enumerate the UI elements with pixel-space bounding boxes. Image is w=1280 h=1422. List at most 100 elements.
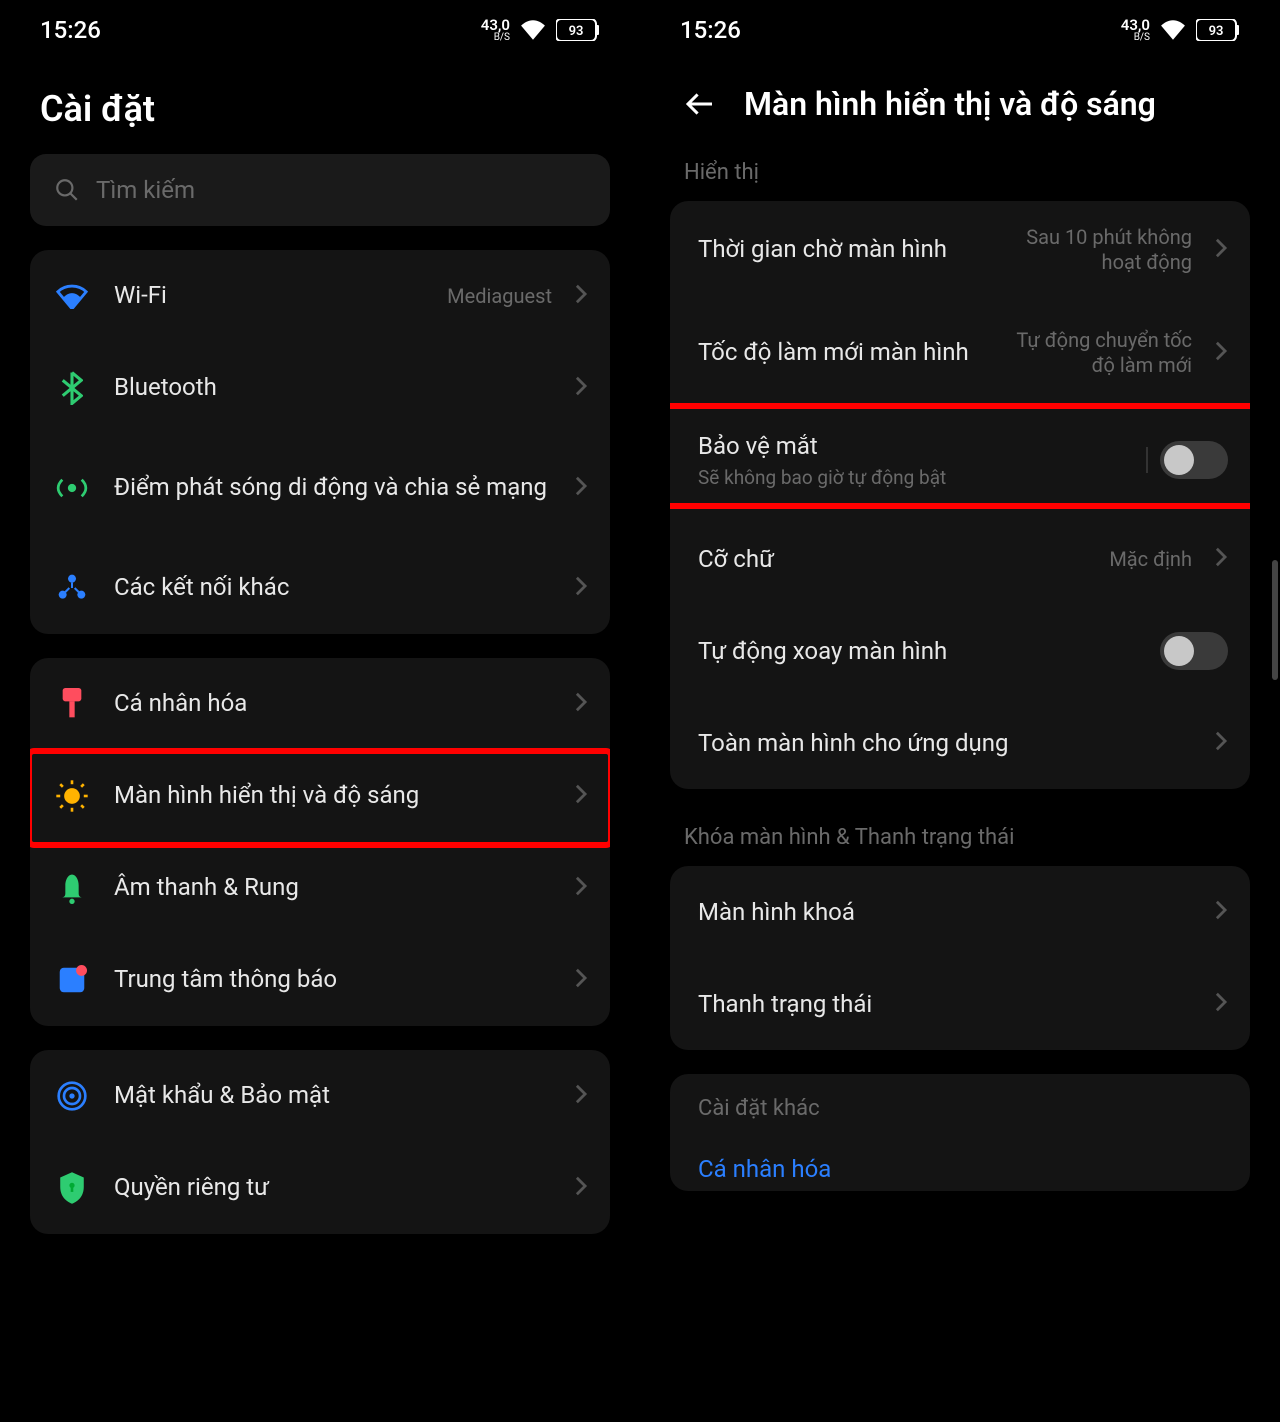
chevron-right-icon bbox=[1214, 340, 1228, 366]
notification-icon bbox=[52, 960, 92, 1000]
row-label: Tốc độ làm mới màn hình bbox=[698, 337, 970, 368]
row-hotspot[interactable]: Điểm phát sóng di động và chia sẻ mạng bbox=[30, 434, 610, 542]
chevron-right-icon bbox=[574, 375, 588, 401]
row-status-bar[interactable]: Thanh trạng thái bbox=[670, 958, 1250, 1050]
status-time: 15:26 bbox=[40, 16, 101, 44]
page-header: Màn hình hiển thị và độ sáng bbox=[640, 60, 1280, 148]
row-label: Tự động xoay màn hình bbox=[698, 636, 1138, 667]
row-fullscreen-apps[interactable]: Toàn màn hình cho ứng dụng bbox=[670, 697, 1250, 789]
chevron-right-icon bbox=[1214, 546, 1228, 572]
row-label: Cá nhân hóa bbox=[114, 688, 552, 719]
row-eye-protection[interactable]: Bảo vệ mắt Sẽ không bao giờ tự động bật bbox=[670, 407, 1250, 513]
row-auto-rotate[interactable]: Tự động xoay màn hình bbox=[670, 605, 1250, 697]
chevron-right-icon bbox=[1214, 730, 1228, 756]
row-label: Âm thanh & Rung bbox=[114, 872, 552, 903]
sound-icon bbox=[52, 868, 92, 908]
search-placeholder: Tìm kiếm bbox=[96, 176, 195, 204]
row-font-size[interactable]: Cỡ chữ Mặc định bbox=[670, 513, 1250, 605]
row-label: Toàn màn hình cho ứng dụng bbox=[698, 728, 1192, 759]
connections-icon bbox=[52, 568, 92, 608]
row-wifi[interactable]: Wi-Fi Mediaguest bbox=[30, 250, 610, 342]
brightness-icon bbox=[52, 776, 92, 816]
bluetooth-icon bbox=[52, 368, 92, 408]
display-group: Thời gian chờ màn hình Sau 10 phút không… bbox=[670, 201, 1250, 789]
status-bar: 15:26 43,0 B/S 93 bbox=[640, 0, 1280, 60]
auto-rotate-toggle[interactable] bbox=[1160, 632, 1228, 670]
search-icon bbox=[54, 177, 80, 203]
settings-group-personalization: Cá nhân hóa Màn hình hiển thị và độ sáng… bbox=[30, 658, 610, 1026]
privacy-icon bbox=[52, 1168, 92, 1208]
chevron-right-icon bbox=[574, 875, 588, 901]
settings-group-security: Mật khẩu & Bảo mật Quyền riêng tư bbox=[30, 1050, 610, 1234]
lockscreen-group: Màn hình khoá Thanh trạng thái bbox=[670, 866, 1250, 1050]
section-header: Khóa màn hình & Thanh trạng thái bbox=[640, 813, 1280, 866]
chevron-right-icon bbox=[574, 283, 588, 309]
row-lock-screen[interactable]: Màn hình khoá bbox=[670, 866, 1250, 958]
row-privacy[interactable]: Quyền riêng tư bbox=[30, 1142, 610, 1234]
page-title: Cài đặt bbox=[0, 60, 640, 154]
svg-text:93: 93 bbox=[569, 24, 584, 39]
chevron-right-icon bbox=[574, 475, 588, 501]
row-label: Mật khẩu & Bảo mật bbox=[114, 1080, 552, 1111]
row-value: Mediaguest bbox=[447, 284, 552, 309]
network-speed: 43,0 B/S bbox=[481, 18, 510, 43]
row-value: Sau 10 phút không hoạt động bbox=[992, 225, 1192, 275]
row-value: Tự động chuyển tốc độ làm mới bbox=[992, 328, 1192, 378]
search-input[interactable]: Tìm kiếm bbox=[30, 154, 610, 226]
wifi-icon bbox=[52, 276, 92, 316]
row-notifications[interactable]: Trung tâm thông báo bbox=[30, 934, 610, 1026]
security-icon bbox=[52, 1076, 92, 1116]
row-label: Cỡ chữ bbox=[698, 544, 1087, 575]
row-connections[interactable]: Các kết nối khác bbox=[30, 542, 610, 634]
status-bar: 15:26 43,0 B/S 93 bbox=[0, 0, 640, 60]
chevron-right-icon bbox=[574, 575, 588, 601]
other-settings-group: Cài đặt khác Cá nhân hóa bbox=[670, 1074, 1250, 1191]
row-sound[interactable]: Âm thanh & Rung bbox=[30, 842, 610, 934]
network-speed: 43,0 B/S bbox=[1121, 18, 1150, 43]
row-screen-timeout[interactable]: Thời gian chờ màn hình Sau 10 phút không… bbox=[670, 201, 1250, 299]
row-value: Mặc định bbox=[1109, 547, 1192, 572]
chevron-right-icon bbox=[574, 1083, 588, 1109]
chevron-right-icon bbox=[1214, 237, 1228, 263]
battery-icon: 93 bbox=[1196, 19, 1240, 41]
row-bluetooth[interactable]: Bluetooth bbox=[30, 342, 610, 434]
row-label: Trung tâm thông báo bbox=[114, 964, 552, 995]
chevron-right-icon bbox=[1214, 991, 1228, 1017]
row-label: Màn hình khoá bbox=[698, 897, 1192, 928]
chevron-right-icon bbox=[1214, 899, 1228, 925]
chevron-right-icon bbox=[574, 1175, 588, 1201]
row-label: Các kết nối khác bbox=[114, 572, 552, 603]
right-screen: 15:26 43,0 B/S 93 Màn hình hiển thị và đ… bbox=[640, 0, 1280, 1422]
scroll-indicator[interactable] bbox=[1272, 560, 1278, 680]
chevron-right-icon bbox=[574, 967, 588, 993]
row-label: Bảo vệ mắt bbox=[698, 431, 1138, 462]
page-title: Màn hình hiển thị và độ sáng bbox=[744, 85, 1156, 123]
status-time: 15:26 bbox=[680, 16, 741, 44]
settings-group-connectivity: Wi-Fi Mediaguest Bluetooth Điểm phát són… bbox=[30, 250, 610, 634]
row-label: Thanh trạng thái bbox=[698, 989, 1192, 1020]
wifi-icon bbox=[520, 20, 546, 40]
row-label: Bluetooth bbox=[114, 372, 552, 403]
row-password-security[interactable]: Mật khẩu & Bảo mật bbox=[30, 1050, 610, 1142]
status-icons: 43,0 B/S 93 bbox=[481, 18, 600, 43]
row-label: Điểm phát sóng di động và chia sẻ mạng bbox=[114, 472, 552, 503]
chevron-right-icon bbox=[574, 783, 588, 809]
row-label: Quyền riêng tư bbox=[114, 1172, 552, 1203]
svg-text:93: 93 bbox=[1209, 24, 1224, 39]
row-label: Màn hình hiển thị và độ sáng bbox=[114, 780, 552, 811]
eye-protection-toggle[interactable] bbox=[1160, 441, 1228, 479]
personalize-icon bbox=[52, 684, 92, 724]
row-refresh-rate[interactable]: Tốc độ làm mới màn hình Tự động chuyển t… bbox=[670, 299, 1250, 407]
back-button[interactable] bbox=[680, 84, 720, 124]
section-header: Hiển thị bbox=[640, 148, 1280, 201]
chevron-right-icon bbox=[574, 691, 588, 717]
wifi-icon bbox=[1160, 20, 1186, 40]
personalize-link[interactable]: Cá nhân hóa bbox=[670, 1137, 1250, 1183]
row-sublabel: Sẽ không bao giờ tự động bật bbox=[698, 466, 1138, 489]
row-personalize[interactable]: Cá nhân hóa bbox=[30, 658, 610, 750]
hotspot-icon bbox=[52, 468, 92, 508]
status-icons: 43,0 B/S 93 bbox=[1121, 18, 1240, 43]
row-display-brightness[interactable]: Màn hình hiển thị và độ sáng bbox=[30, 750, 610, 842]
row-label: Wi-Fi bbox=[114, 280, 425, 311]
battery-icon: 93 bbox=[556, 19, 600, 41]
